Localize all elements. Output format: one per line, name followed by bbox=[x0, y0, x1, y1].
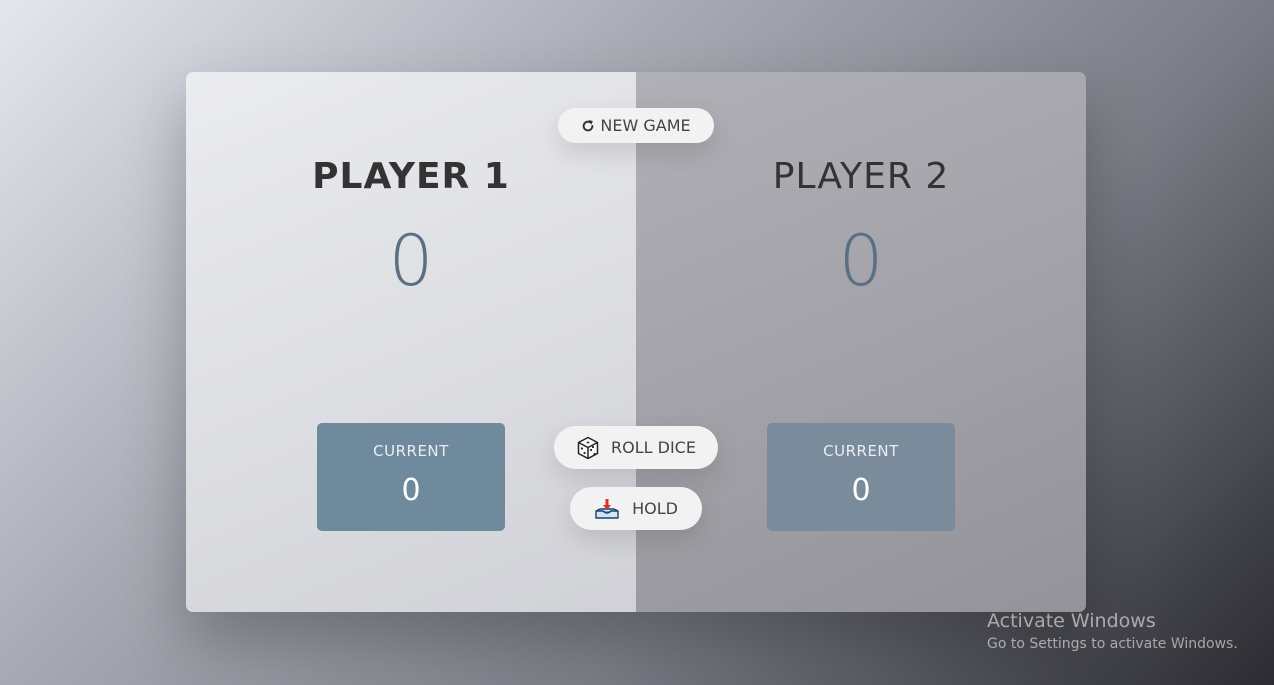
player-2-name: PLAYER 2 bbox=[772, 156, 950, 197]
new-game-button[interactable]: NEW GAME bbox=[558, 108, 714, 143]
refresh-icon bbox=[581, 119, 595, 133]
hold-label: HOLD bbox=[632, 499, 678, 518]
dice-icon bbox=[576, 436, 600, 460]
player-1-score: 0 bbox=[388, 220, 434, 302]
watermark-subtitle: Go to Settings to activate Windows. bbox=[987, 636, 1238, 652]
hold-button[interactable]: HOLD bbox=[570, 487, 702, 530]
player-1-current-label: CURRENT bbox=[373, 442, 449, 460]
watermark-title: Activate Windows bbox=[987, 610, 1156, 632]
player-1-name: PLAYER 1 bbox=[312, 156, 510, 197]
player-2-score: 0 bbox=[838, 220, 884, 302]
roll-dice-button[interactable]: ROLL DICE bbox=[554, 426, 718, 469]
windows-activation-watermark: Activate Windows Go to Settings to activ… bbox=[987, 609, 1238, 655]
player-1-current-box: CURRENT 0 bbox=[317, 423, 505, 531]
player-1-panel: PLAYER 1 0 CURRENT 0 bbox=[186, 72, 636, 612]
player-1-current-score: 0 bbox=[401, 473, 421, 508]
game-board: PLAYER 1 0 CURRENT 0 PLAYER 2 0 CURRENT … bbox=[186, 72, 1086, 612]
player-2-current-label: CURRENT bbox=[823, 442, 899, 460]
new-game-label: NEW GAME bbox=[600, 116, 691, 135]
player-2-current-score: 0 bbox=[851, 473, 871, 508]
player-2-panel: PLAYER 2 0 CURRENT 0 bbox=[636, 72, 1086, 612]
hold-icon bbox=[594, 498, 620, 520]
roll-dice-label: ROLL DICE bbox=[611, 438, 696, 457]
player-2-current-box: CURRENT 0 bbox=[767, 423, 955, 531]
